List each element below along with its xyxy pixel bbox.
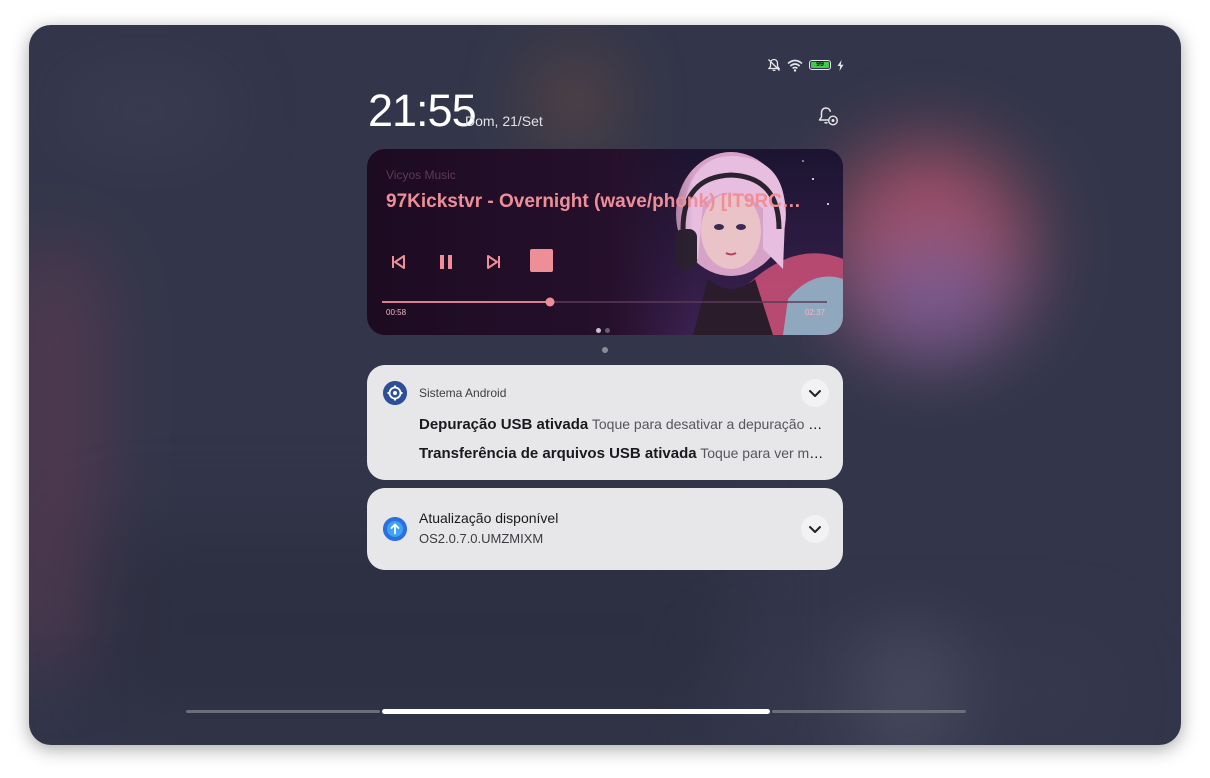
update-arrow-icon (383, 517, 407, 541)
page-dot (605, 328, 610, 333)
notification-system-update[interactable]: Atualização disponível OS2.0.7.0.UMZMIXM (367, 488, 843, 570)
notification-app-name: Sistema Android (419, 386, 507, 400)
gesture-track-right (772, 710, 966, 713)
notification-title: Transferência de arquivos USB ativada (419, 445, 697, 462)
media-player-card[interactable]: Vicyos Music 97Kickstvr - Overnight (wav… (367, 149, 843, 335)
chevron-down-icon (809, 526, 821, 533)
background-blur (859, 235, 1009, 355)
clock-date: Dom, 21/Set (465, 113, 543, 129)
background-blur (729, 645, 1109, 745)
charging-icon (837, 59, 844, 71)
media-page-indicator (596, 328, 610, 333)
card-pager-dot (602, 347, 608, 353)
notification-body: Toque para desativar a depuração USB (591, 416, 824, 432)
progress-knob (545, 297, 555, 307)
status-bar: 99 (767, 55, 844, 75)
notification-title: Atualização disponível (419, 510, 559, 526)
notification-android-system[interactable]: Sistema Android Depuração USB ativada To… (367, 365, 843, 480)
next-icon[interactable] (481, 249, 507, 275)
media-duration: 02:37 (804, 308, 825, 317)
android-system-icon (383, 381, 407, 405)
background-blur (69, 85, 219, 135)
wifi-icon (787, 59, 803, 72)
lock-screen: 99 21:55 Dom, 21/Set Vicyos Music 97Kick… (29, 25, 1181, 745)
pause-icon[interactable] (433, 249, 459, 275)
notification-item[interactable]: Transferência de arquivos USB ativada To… (419, 445, 824, 462)
notification-body: Toque para ver mais opções (700, 445, 824, 461)
clock-time: 21:55 (368, 85, 477, 136)
bell-off-icon (767, 58, 781, 72)
chevron-down-icon (809, 390, 821, 397)
expand-button[interactable] (801, 515, 829, 543)
stop-icon[interactable] (530, 249, 553, 272)
background-blur (539, 65, 609, 135)
media-elapsed-time: 00:58 (386, 308, 407, 317)
notification-item[interactable]: Depuração USB ativada Toque para desativ… (419, 416, 824, 433)
battery-icon: 99 (809, 60, 831, 70)
gesture-track-left (186, 710, 380, 713)
previous-icon[interactable] (385, 249, 411, 275)
home-gesture-bar[interactable] (382, 709, 770, 714)
page-dot (596, 328, 601, 333)
notification-body: OS2.0.7.0.UMZMIXM (419, 531, 544, 546)
notification-settings-icon[interactable] (816, 105, 840, 129)
battery-level: 99 (811, 61, 829, 68)
expand-button[interactable] (801, 379, 829, 407)
media-track-title: 97Kickstvr - Overnight (wave/phonk) [lT9… (386, 191, 806, 212)
media-app-name: Vicyos Music (386, 168, 456, 182)
progress-slider[interactable] (382, 295, 827, 309)
notification-title: Depuração USB ativada (419, 416, 589, 433)
